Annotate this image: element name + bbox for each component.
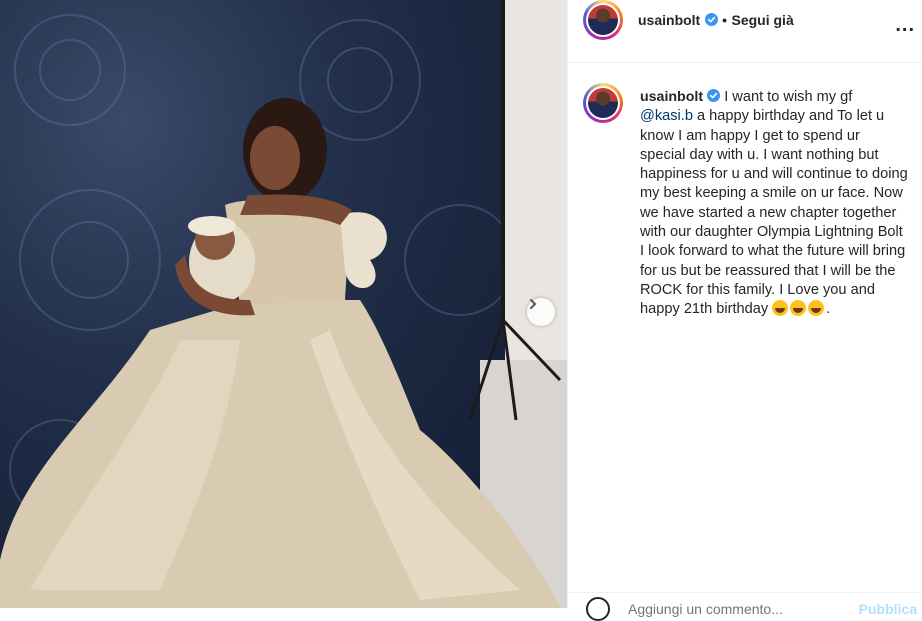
caption-text-start: I want to wish my gf [724,89,853,105]
caption-text-rest: a happy birthday and To let u know I am … [640,108,908,318]
follow-status-button[interactable]: Segui già [732,12,794,28]
photo-illustration [0,0,567,608]
post-photo[interactable] [0,0,567,608]
verified-badge-icon [707,89,721,102]
chevron-right-icon [530,299,537,309]
post-header: usainbolt • Segui già ... [568,0,922,63]
more-options-icon[interactable]: ... [895,14,915,37]
next-photo-button[interactable] [527,298,555,326]
comment-bar: Pubblica [568,592,922,621]
caption-username[interactable]: usainbolt [640,89,703,105]
post-sidebar: usainbolt • Segui già ... usainbolt I wa… [567,0,922,621]
caption-mention-link[interactable]: @kasi.b [640,108,693,124]
post-caption: usainbolt I want to wish my gf @kasi.b a… [640,88,908,320]
grinning-squinting-face-icon [808,300,825,317]
avatar[interactable] [583,0,623,40]
post-comment-button[interactable]: Pubblica [859,601,917,617]
comment-input[interactable] [628,601,828,617]
smiley-icon[interactable] [586,597,610,621]
grinning-squinting-face-icon [790,300,807,317]
follow-separator: • [722,12,728,28]
header-user-row: usainbolt • Segui già [638,12,794,30]
caption-trailing: . [826,301,831,318]
grinning-squinting-face-icon [772,300,789,317]
caption-avatar[interactable] [583,83,623,123]
header-username[interactable]: usainbolt [638,12,700,28]
verified-badge-icon [704,13,718,26]
